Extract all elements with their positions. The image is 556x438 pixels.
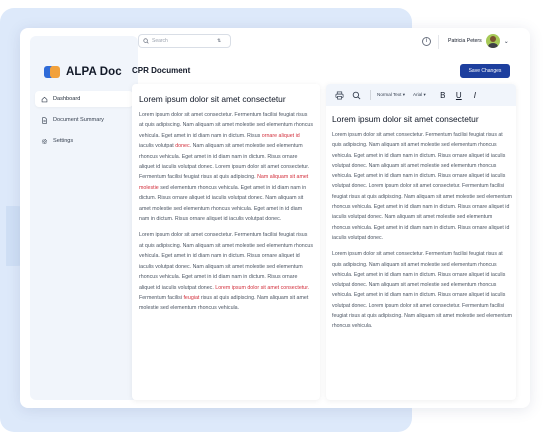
gear-icon bbox=[41, 138, 48, 144]
highlighted-text: feugiat bbox=[183, 294, 200, 301]
home-icon bbox=[41, 96, 48, 102]
sidebar-item-settings[interactable]: Settings bbox=[35, 133, 133, 149]
sidebar-item-document-summary[interactable]: Document Summary bbox=[35, 112, 133, 128]
save-changes-button[interactable]: Save Changes bbox=[460, 64, 510, 78]
underline-button[interactable]: U bbox=[452, 91, 466, 100]
chevron-down-icon: ⌄ bbox=[503, 38, 509, 45]
sidebar-item-label: Dashboard bbox=[53, 96, 81, 102]
search-input[interactable] bbox=[152, 38, 214, 44]
app-name: ALPA Doc bbox=[66, 66, 122, 78]
highlighted-text: ornare aliquet id bbox=[261, 132, 300, 139]
sidebar-nav: Dashboard Document Summary Settings bbox=[35, 91, 133, 154]
filter-icon[interactable]: ⇅ bbox=[217, 38, 221, 44]
toolbar-divider bbox=[370, 90, 371, 100]
document-paragraph: Lorem ipsum dolor sit amet consectetur. … bbox=[139, 110, 313, 224]
sidebar-item-label: Document Summary bbox=[53, 117, 104, 123]
bold-button[interactable]: B bbox=[436, 91, 450, 100]
chevron-down-icon: ▾ bbox=[423, 92, 426, 97]
highlighted-text: donec bbox=[175, 143, 190, 150]
help-icon[interactable]: i bbox=[422, 37, 431, 46]
editor-toolbar: Normal Text ▾ Arial ▾ B U I bbox=[326, 84, 516, 106]
editor-heading: Lorem ipsum dolor sit amet consectetur bbox=[332, 114, 479, 124]
divider bbox=[438, 35, 439, 49]
search-icon bbox=[143, 38, 149, 44]
paragraph-text: sed elementum rhoncus vehicula. Eget ame… bbox=[139, 184, 307, 223]
user-menu[interactable]: Patricia Peters ⌄ bbox=[448, 34, 509, 48]
sidebar-item-dashboard[interactable]: Dashboard bbox=[35, 91, 133, 107]
app-window: ALPA Doc Dashboard Document Summary Sett… bbox=[20, 28, 530, 408]
top-bar: ⇅ i Patricia Peters ⌄ bbox=[138, 28, 530, 56]
app-logo: ALPA Doc bbox=[44, 66, 122, 78]
italic-button[interactable]: I bbox=[468, 91, 482, 100]
sidebar-item-label: Settings bbox=[53, 138, 74, 144]
editor-paragraph: Lorem ipsum dolor sit amet consectetur. … bbox=[332, 251, 512, 330]
font-select[interactable]: Arial ▾ bbox=[413, 92, 426, 98]
chevron-down-icon: ▾ bbox=[402, 92, 406, 97]
document-heading: Lorem ipsum dolor sit amet consectetur bbox=[139, 94, 286, 104]
document-icon bbox=[42, 116, 47, 124]
document-preview: Lorem ipsum dolor sit amet consectetur L… bbox=[132, 84, 320, 400]
editor-body[interactable]: Lorem ipsum dolor sit amet consectetur L… bbox=[332, 114, 512, 332]
paragraph-text: Lorem ipsum dolor sit amet consectetur. … bbox=[139, 232, 313, 291]
page-title: CPR Document bbox=[132, 66, 191, 75]
avatar bbox=[485, 34, 500, 48]
editor-paragraph: Lorem ipsum dolor sit amet consectetur. … bbox=[332, 132, 512, 241]
user-name: Patricia Peters bbox=[448, 38, 482, 44]
text-style-value: Normal Text bbox=[377, 92, 402, 97]
highlighted-text: Lorem ipsum dolor sit amet consectetur. bbox=[215, 284, 310, 291]
search-box[interactable]: ⇅ bbox=[138, 34, 231, 48]
text-style-select[interactable]: Normal Text ▾ bbox=[377, 92, 405, 98]
document-editor: Normal Text ▾ Arial ▾ B U I Lorem ipsum … bbox=[326, 84, 516, 400]
paragraph-text: iaculis volutpat bbox=[139, 143, 176, 150]
search-icon[interactable] bbox=[351, 90, 362, 101]
document-paragraph: Lorem ipsum dolor sit amet consectetur. … bbox=[139, 230, 313, 313]
print-icon[interactable] bbox=[334, 90, 345, 101]
font-value: Arial bbox=[413, 92, 423, 97]
sidebar: ALPA Doc Dashboard Document Summary Sett… bbox=[30, 36, 138, 400]
paragraph-text: Fermentum facilisi bbox=[139, 294, 184, 301]
logo-icon bbox=[44, 66, 60, 78]
